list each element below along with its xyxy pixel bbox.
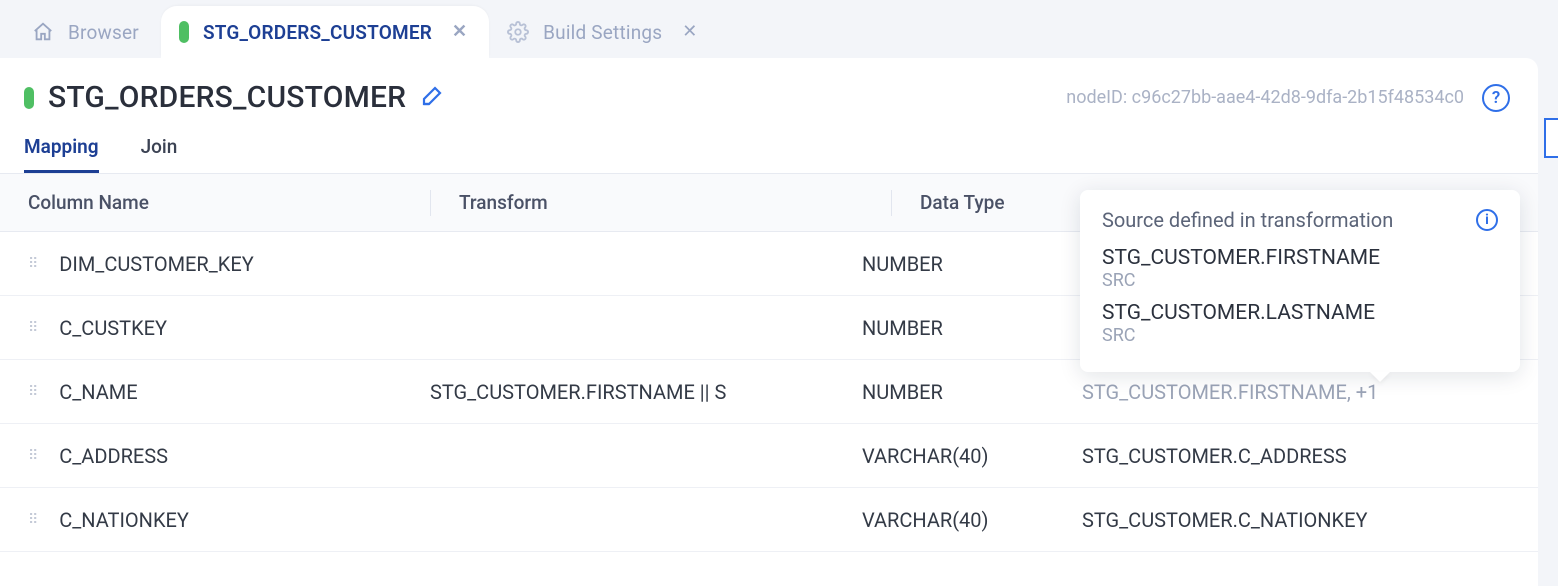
close-icon[interactable]: ✕ <box>682 23 697 41</box>
cell-datatype: NUMBER <box>862 316 1082 340</box>
info-icon[interactable]: i <box>1476 209 1498 231</box>
popover-entry-name: STG_CUSTOMER.FIRSTNAME <box>1102 246 1498 270</box>
tab-browser-label: Browser <box>68 21 139 44</box>
popover-entry-sub: SRC <box>1102 325 1498 346</box>
tab-browser[interactable]: Browser <box>14 6 161 58</box>
cell-transform: STG_CUSTOMER.FIRSTNAME || S <box>430 380 862 404</box>
popover-entry-name: STG_CUSTOMER.LASTNAME <box>1102 301 1498 325</box>
cell-source: STG_CUSTOMER.C_ADDRESS <box>1082 444 1538 468</box>
tab-build-settings[interactable]: Build Settings ✕ <box>489 6 719 58</box>
subtab-mapping[interactable]: Mapping <box>24 135 99 173</box>
edit-icon[interactable] <box>420 84 444 112</box>
column-divider <box>430 190 431 216</box>
tab-bar: Browser STG_ORDERS_CUSTOMER ✕ Build Sett… <box>0 0 1558 58</box>
drag-handle-icon[interactable]: ⠿ <box>28 512 37 528</box>
cell-source: STG_CUSTOMER.FIRSTNAME, +1 <box>1082 380 1538 404</box>
column-divider <box>891 190 892 216</box>
popover-tail <box>1370 372 1390 382</box>
tab-node[interactable]: STG_ORDERS_CUSTOMER ✕ <box>161 6 489 58</box>
popover-entry: STG_CUSTOMER.FIRSTNAME SRC <box>1102 246 1498 291</box>
source-transformation-popover: Source defined in transformation i STG_C… <box>1080 190 1520 372</box>
cell-source: STG_CUSTOMER.C_NATIONKEY <box>1082 508 1538 532</box>
right-panel-toggle[interactable] <box>1544 118 1558 158</box>
cell-datatype: VARCHAR(40) <box>862 508 1082 532</box>
popover-entry-sub: SRC <box>1102 270 1498 291</box>
node-type-indicator-icon <box>24 87 34 109</box>
home-icon <box>32 21 54 43</box>
page-title: STG_ORDERS_CUSTOMER <box>48 80 406 115</box>
node-id-label: nodeID: c96c27bb-aae4-42d8-9dfa-2b15f485… <box>1066 87 1464 108</box>
cell-column-name: C_NATIONKEY <box>59 508 189 532</box>
table-row[interactable]: ⠿ C_ADDRESS VARCHAR(40) STG_CUSTOMER.C_A… <box>0 424 1538 488</box>
drag-handle-icon[interactable]: ⠿ <box>28 448 37 464</box>
subtab-join[interactable]: Join <box>141 135 178 173</box>
col-header-transform: Transform <box>459 191 891 214</box>
cell-column-name: C_CUSTKEY <box>59 316 167 340</box>
tab-build-label: Build Settings <box>543 21 662 44</box>
tab-node-label: STG_ORDERS_CUSTOMER <box>203 21 432 44</box>
editor-subtabs: Mapping Join <box>0 125 1538 174</box>
drag-handle-icon[interactable]: ⠿ <box>28 384 37 400</box>
cell-column-name: C_ADDRESS <box>59 444 168 468</box>
cell-datatype: VARCHAR(40) <box>862 444 1082 468</box>
help-icon[interactable]: ? <box>1482 84 1510 112</box>
drag-handle-icon[interactable]: ⠿ <box>28 320 37 336</box>
cell-datatype: NUMBER <box>862 380 1082 404</box>
title-wrap: STG_ORDERS_CUSTOMER <box>24 80 444 115</box>
cell-column-name: DIM_CUSTOMER_KEY <box>59 252 253 276</box>
node-type-indicator-icon <box>179 21 189 43</box>
cell-datatype: NUMBER <box>862 252 1082 276</box>
header-right: nodeID: c96c27bb-aae4-42d8-9dfa-2b15f485… <box>1066 84 1510 112</box>
table-row[interactable]: ⠿ C_NATIONKEY VARCHAR(40) STG_CUSTOMER.C… <box>0 488 1538 552</box>
node-editor-panel: STG_ORDERS_CUSTOMER nodeID: c96c27bb-aae… <box>0 58 1538 586</box>
gear-icon <box>507 21 529 43</box>
popover-entry: STG_CUSTOMER.LASTNAME SRC <box>1102 301 1498 346</box>
panel-header: STG_ORDERS_CUSTOMER nodeID: c96c27bb-aae… <box>0 58 1538 125</box>
close-icon[interactable]: ✕ <box>452 23 467 41</box>
col-header-name: Column Name <box>28 191 430 214</box>
cell-column-name: C_NAME <box>59 380 137 404</box>
drag-handle-icon[interactable]: ⠿ <box>28 256 37 272</box>
popover-title: Source defined in transformation <box>1102 208 1393 232</box>
